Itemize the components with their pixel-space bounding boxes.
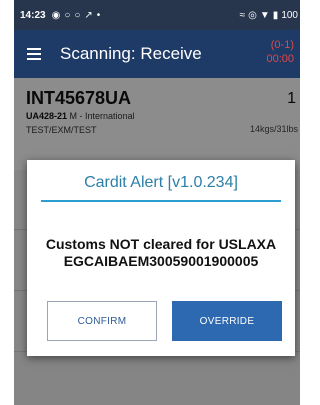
notification-icon: ↗ [84, 9, 93, 21]
dialog-divider [41, 200, 281, 202]
cardit-alert-dialog: Cardit Alert [v1.0.234] Customs NOT clea… [27, 160, 295, 356]
notification-icon: ○ [64, 9, 71, 21]
dialog-message-line: EGCAIBAEM30059001900005 [63, 253, 259, 269]
battery-icon: ▮ [272, 9, 279, 21]
wifi-icon: ▼ [259, 9, 270, 21]
status-dot: • [96, 9, 101, 21]
status-bar: 14:23 ◉ ○ ○ ↗ • ≈ ◎ ▼ ▮ 100 [14, 0, 300, 30]
location-icon: ◎ [248, 9, 257, 21]
status-system-icons: ≈ ◎ ▼ ▮ 100 [240, 10, 300, 21]
app-bar: Scanning: Receive (0-1) 00:00 [14, 30, 300, 78]
battery-level: 100 [281, 9, 298, 21]
page-title: Scanning: Receive [60, 44, 202, 63]
override-button[interactable]: OVERRIDE [172, 301, 282, 341]
dialog-title: Cardit Alert [v1.0.234] [84, 174, 238, 191]
screen-border [0, 0, 14, 405]
notification-icon: ○ [74, 9, 81, 21]
scan-timer: 00:00 [266, 53, 294, 65]
menu-icon[interactable] [14, 30, 54, 78]
app-screen: 14:23 ◉ ○ ○ ↗ • ≈ ◎ ▼ ▮ 100 Scanning: Re… [0, 0, 300, 405]
status-notification-icons: ◉ ○ ○ ↗ • [52, 10, 101, 21]
notification-icon: ◉ [51, 9, 61, 21]
vibrate-icon: ≈ [239, 9, 246, 21]
confirm-button[interactable]: CONFIRM [47, 301, 157, 341]
status-time: 14:23 [20, 9, 46, 21]
scan-counter: (0-1) [270, 39, 294, 51]
scan-counter-badge: (0-1) 00:00 [266, 38, 294, 66]
dialog-message-line: Customs NOT cleared for USLAXA [45, 236, 277, 252]
dialog-message: Customs NOT cleared for USLAXA EGCAIBAEM… [27, 236, 295, 270]
